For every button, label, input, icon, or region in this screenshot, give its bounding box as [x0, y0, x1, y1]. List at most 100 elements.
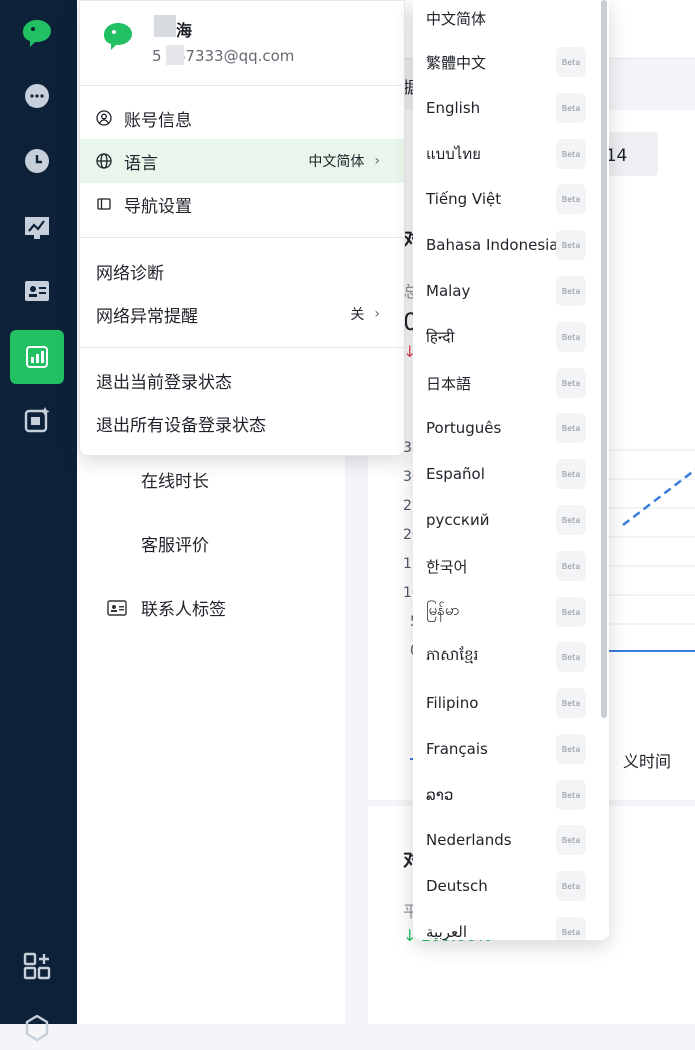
- language-option[interactable]: العربية Beta: [413, 914, 609, 940]
- language-option-label: 繁體中文: [426, 53, 487, 72]
- beta-badge: Beta: [556, 734, 586, 764]
- logout-all-item[interactable]: 退出所有设备登录状态: [80, 401, 404, 445]
- beta-badge: Beta: [556, 551, 586, 581]
- contact-card-icon: [107, 599, 127, 616]
- tag-plus-icon[interactable]: [15, 398, 59, 442]
- beta-badge: Beta: [556, 322, 586, 352]
- settings-icon[interactable]: [15, 1006, 59, 1050]
- language-option[interactable]: Português Beta: [413, 410, 609, 446]
- avatar: [100, 19, 136, 59]
- language-option[interactable]: Deutsch Beta: [413, 868, 609, 904]
- language-option[interactable]: English Beta: [413, 90, 609, 126]
- logout-current-item[interactable]: 退出当前登录状态: [80, 358, 404, 402]
- language-option-label: 中文简体: [426, 9, 487, 28]
- language-option-label: 한국어: [426, 557, 468, 576]
- beta-badge: Beta: [556, 917, 586, 940]
- beta-badge: Beta: [556, 230, 586, 260]
- language-option[interactable]: Filipino Beta: [413, 685, 609, 721]
- language-option[interactable]: Español Beta: [413, 456, 609, 492]
- language-option-label: 日本語: [426, 374, 472, 393]
- divider: [80, 347, 404, 348]
- logout-all-label: 退出所有设备登录状态: [96, 415, 266, 436]
- beta-badge: Beta: [556, 276, 586, 306]
- nav-settings-label: 导航设置: [124, 196, 192, 217]
- language-option-label: русский: [426, 511, 490, 529]
- language-option-label: Filipino: [426, 694, 479, 712]
- custom-time-legend[interactable]: 义时间: [623, 748, 671, 772]
- subnav-item-contact-tags[interactable]: 联系人标签: [107, 595, 226, 620]
- beta-badge: Beta: [556, 93, 586, 123]
- language-option-label: แบบไทย: [426, 145, 481, 163]
- trend-icon[interactable]: [15, 205, 59, 249]
- language-option-label: Français: [426, 740, 488, 758]
- network-alert-value: 关: [350, 307, 365, 323]
- globe-icon: [96, 153, 112, 169]
- language-option[interactable]: แบบไทย Beta: [413, 136, 609, 172]
- language-value: 中文简体: [308, 154, 365, 170]
- account-info-item[interactable]: 账号信息: [80, 96, 404, 140]
- language-option-label: Nederlands: [426, 831, 512, 849]
- language-option-label: हिन्दी: [426, 328, 455, 346]
- left-rail: [0, 0, 77, 1042]
- beta-badge: Beta: [556, 47, 586, 77]
- beta-badge: Beta: [556, 368, 586, 398]
- beta-badge: Beta: [556, 184, 586, 214]
- language-option[interactable]: 中文简体: [413, 0, 609, 36]
- language-option[interactable]: မြန်မာ Beta: [413, 594, 609, 630]
- language-option[interactable]: ລາວ Beta: [413, 777, 609, 813]
- nav-settings-item[interactable]: 导航设置: [80, 182, 404, 226]
- network-alert-item[interactable]: 网络异常提醒 关 ›: [80, 292, 404, 336]
- sidebar-layout-icon: [96, 196, 112, 212]
- language-option[interactable]: 日本語 Beta: [413, 365, 609, 401]
- series-dashed-line: [622, 468, 695, 526]
- subnav-item-label: 联系人标签: [141, 600, 226, 620]
- logo-icon[interactable]: [15, 12, 59, 56]
- language-option[interactable]: 繁體中文 Beta: [413, 44, 609, 80]
- network-alert-label: 网络异常提醒: [96, 306, 198, 327]
- language-option[interactable]: ភាសាខ្មែរ Beta: [413, 639, 609, 675]
- language-option[interactable]: Bahasa Indonesia Beta: [413, 227, 609, 263]
- user-name: 海: [176, 21, 193, 40]
- beta-badge: Beta: [556, 139, 586, 169]
- beta-badge: Beta: [556, 825, 586, 855]
- beta-badge: Beta: [556, 780, 586, 810]
- language-option-label: Bahasa Indonesia: [426, 236, 559, 254]
- apps-icon[interactable]: [15, 944, 59, 988]
- account-info-label: 账号信息: [124, 110, 192, 131]
- subnav-item-online-duration[interactable]: 在线时长: [141, 467, 209, 492]
- network-diagnosis-label: 网络诊断: [96, 263, 164, 284]
- language-option[interactable]: हिन्दी Beta: [413, 319, 609, 355]
- beta-badge: Beta: [556, 642, 586, 672]
- beta-badge: Beta: [556, 597, 586, 627]
- beta-badge: Beta: [556, 505, 586, 535]
- language-option-label: English: [426, 99, 481, 117]
- language-option-label: العربية: [426, 923, 467, 940]
- language-option[interactable]: русский Beta: [413, 502, 609, 538]
- beta-badge: Beta: [556, 871, 586, 901]
- language-menu: 中文简体 繁體中文 Beta English Beta แบบไทย Beta Tiế…: [413, 0, 609, 940]
- language-option-label: Deutsch: [426, 877, 488, 895]
- contact-card-icon[interactable]: [15, 269, 59, 313]
- name-redaction: [154, 15, 176, 37]
- language-option-label: Português: [426, 419, 502, 437]
- language-option-label: Español: [426, 465, 485, 483]
- divider: [80, 85, 404, 86]
- chevron-right-icon: ›: [374, 153, 380, 169]
- language-menu-scrollbar[interactable]: [601, 0, 607, 718]
- divider: [80, 237, 404, 238]
- language-option[interactable]: 한국어 Beta: [413, 548, 609, 584]
- user-circle-icon: [96, 110, 112, 126]
- history-icon[interactable]: [15, 140, 59, 184]
- stats-icon[interactable]: [10, 330, 64, 384]
- language-option[interactable]: Français Beta: [413, 731, 609, 767]
- subnav-item-service-rating[interactable]: 客服评价: [141, 531, 209, 556]
- network-diagnosis-item[interactable]: 网络诊断: [80, 249, 404, 293]
- beta-badge: Beta: [556, 459, 586, 489]
- language-option-label: ភាសាខ្មែរ: [426, 646, 479, 664]
- language-item[interactable]: 语言 中文简体 ›: [80, 139, 404, 183]
- chat-icon[interactable]: [15, 75, 59, 119]
- language-option[interactable]: Tiếng Việt Beta: [413, 181, 609, 217]
- language-option[interactable]: Nederlands Beta: [413, 822, 609, 858]
- beta-badge: Beta: [556, 688, 586, 718]
- language-option[interactable]: Malay Beta: [413, 273, 609, 309]
